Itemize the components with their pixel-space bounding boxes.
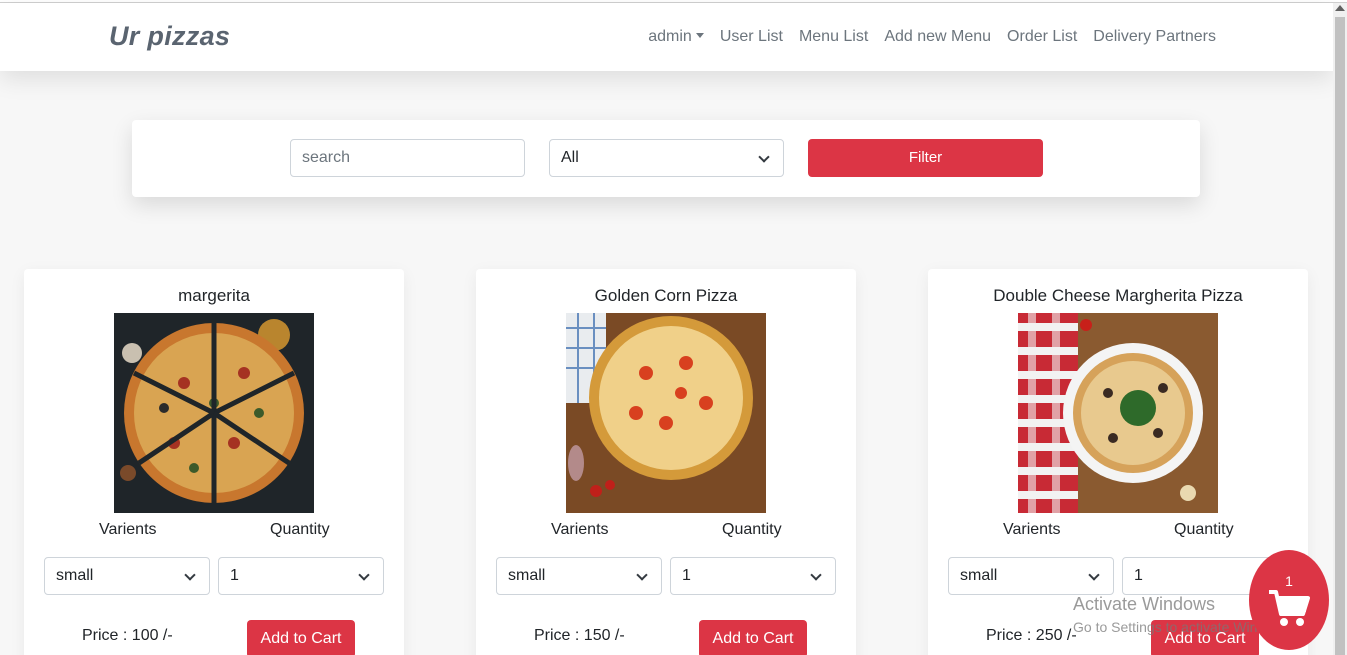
varients-label: Varients [1003,521,1061,538]
pizza-name: Golden Corn Pizza [594,286,738,305]
search-input[interactable] [290,139,525,177]
quantity-select[interactable]: 1 [218,557,384,595]
nav-links: admin User List Menu List Add new Menu O… [648,28,1216,46]
variant-select-value: small [960,567,998,584]
variant-select-value: small [508,567,546,584]
variant-select[interactable]: small [496,557,662,595]
add-to-cart-button[interactable]: Add to Cart [699,620,807,655]
cart-icon [1269,590,1310,626]
pizza-name: margerita [178,286,250,305]
quantity-label: Quantity [722,521,782,538]
scroll-thumb[interactable] [1335,17,1345,655]
varients-label: Varients [99,521,157,538]
quantity-select-value: 1 [682,567,691,584]
page-scrollbar[interactable] [1333,3,1347,655]
price-text: Price : 150 /- [534,627,625,644]
filter-button[interactable]: Filter [808,139,1043,177]
pizza-card: Golden Corn Pizza Varients Quantity smal… [476,269,856,655]
quantity-label: Quantity [270,521,330,538]
chevron-down-icon [1088,569,1100,581]
nav-delivery-partners[interactable]: Delivery Partners [1093,28,1216,46]
chevron-down-icon [184,569,196,581]
nav-add-new-menu[interactable]: Add new Menu [884,28,991,46]
chevron-down-icon [358,569,370,581]
varients-label: Varients [551,521,609,538]
caret-down-icon [695,33,704,38]
filter-panel: All Filter [132,120,1200,197]
price-text: Price : 100 /- [82,627,173,644]
variant-select[interactable]: small [948,557,1114,595]
quantity-select-value: 1 [230,567,239,584]
scroll-up-icon[interactable] [1335,5,1345,11]
pizza-image [1018,313,1218,513]
chevron-down-icon [636,569,648,581]
brand-logo[interactable]: Ur pizzas [109,21,230,52]
cart-count-badge: 1 [1285,573,1293,589]
chevron-down-icon [758,151,770,163]
nav-menu-list[interactable]: Menu List [799,28,868,46]
category-select-value: All [561,149,579,166]
quantity-label: Quantity [1174,521,1234,538]
variant-select-value: small [56,567,94,584]
navbar: Ur pizzas admin User List Menu List Add … [0,3,1333,71]
add-to-cart-button[interactable]: Add to Cart [1151,620,1259,655]
nav-user-list[interactable]: User List [720,28,783,46]
nav-order-list[interactable]: Order List [1007,28,1077,46]
quantity-select-value: 1 [1134,567,1143,584]
chevron-down-icon [810,569,822,581]
price-text: Price : 250 /- [986,627,1077,644]
variant-select[interactable]: small [44,557,210,595]
category-select[interactable]: All [549,139,784,177]
floating-cart-button[interactable]: 1 [1249,550,1329,650]
pizza-image [114,313,314,513]
nav-admin-dropdown[interactable]: admin [648,28,704,46]
pizza-image [566,313,766,513]
nav-admin-label: admin [648,28,692,45]
pizza-card: margerita Varients Quantity small 1 Pric… [24,269,404,655]
pizza-name: Double Cheese Margherita Pizza [993,286,1243,305]
add-to-cart-button[interactable]: Add to Cart [247,620,355,655]
quantity-select[interactable]: 1 [670,557,836,595]
